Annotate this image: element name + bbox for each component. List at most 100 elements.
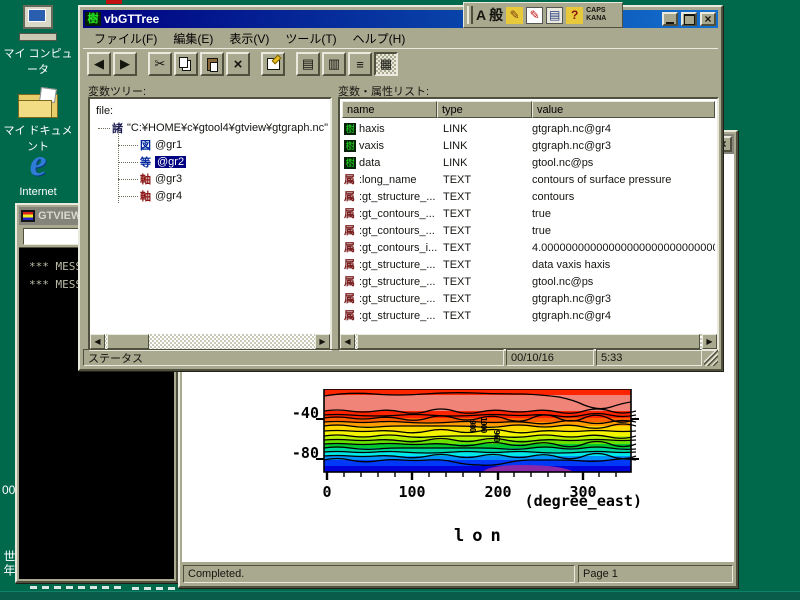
cut-button[interactable]: ✂ — [148, 52, 172, 76]
back-button[interactable]: ◀ — [87, 52, 111, 76]
status-time: 5:33 — [596, 349, 702, 366]
tree-node-gr1[interactable]: 図 @gr1 — [140, 137, 182, 153]
plot-page-indicator: Page 1 — [578, 565, 733, 583]
menu-tools[interactable]: ツール(T) — [278, 29, 343, 48]
column-header-name[interactable]: name — [342, 101, 437, 118]
resize-grip[interactable] — [704, 349, 718, 366]
details-view-button[interactable]: ▦ — [374, 52, 398, 76]
attribute-icon: 属 — [344, 191, 356, 203]
table-row[interactable]: 属:gt_structure_... TEXTcontours — [342, 188, 715, 205]
taskbar-strip — [0, 591, 800, 600]
scroll-thumb[interactable] — [357, 334, 700, 349]
desktop-label-fragment — [132, 587, 176, 590]
properties-button[interactable] — [261, 52, 285, 76]
y-tick--40: -40 — [275, 404, 319, 422]
table-row[interactable]: 属:gt_structure_... TEXTdata vaxis haxis — [342, 256, 715, 273]
ime-grip[interactable] — [467, 6, 473, 24]
large-icons-button[interactable]: ▤ — [296, 52, 320, 76]
window-fragment — [106, 0, 122, 4]
forward-button[interactable]: ▶ — [113, 52, 137, 76]
scroll-thumb[interactable] — [107, 334, 149, 349]
y-tick--80: -80 — [275, 444, 319, 462]
link-icon: 樹 — [344, 123, 356, 135]
attribute-icon: 属 — [344, 259, 356, 271]
attribute-icon: 属 — [344, 208, 356, 220]
scroll-right-icon[interactable]: ▶ — [315, 334, 330, 349]
tree-file-node[interactable]: 諸 "C:¥HOME¥c¥gtool4¥gtview¥gtgraph.nc" — [112, 120, 328, 136]
ime-pen-tool-icon[interactable]: ✎ — [506, 7, 523, 24]
plot-statusbar: Completed. Page 1 — [182, 564, 734, 584]
tree-node-gr3[interactable]: 軸 @gr3 — [140, 171, 182, 187]
minimize-button[interactable] — [662, 12, 678, 26]
tree-node-gr4[interactable]: 軸 @gr4 — [140, 188, 182, 204]
tree-node-gr2[interactable]: 等 @gr2 — [140, 154, 186, 170]
my-computer-label: マイ コンピュータ — [0, 45, 76, 77]
tree-node-label: @gr3 — [155, 173, 182, 185]
table-row[interactable]: 属:gt_structure_... TEXTgtgraph.nc@gr4 — [342, 307, 715, 324]
menu-help[interactable]: ヘルプ(H) — [346, 29, 413, 48]
ime-caps-label[interactable]: CAPS — [586, 7, 605, 14]
delete-button[interactable]: × — [226, 52, 250, 76]
contour-label: 960 — [492, 430, 501, 441]
app-tree-icon: 樹 — [85, 12, 101, 26]
axis-node-icon: 軸 — [140, 171, 151, 187]
paste-button[interactable] — [200, 52, 224, 76]
internet-label: Internet — [0, 186, 76, 198]
table-row[interactable]: 属:gt_contours_i... TEXT4.000000000000000… — [342, 239, 715, 256]
tree-node-label-selected: @gr2 — [155, 156, 186, 168]
tree-node-label: @gr1 — [155, 139, 182, 151]
column-header-value[interactable]: value — [532, 101, 715, 118]
menubar: ファイル(F) 編集(E) 表示(V) ツール(T) ヘルプ(H) — [83, 29, 718, 48]
link-icon: 樹 — [344, 157, 356, 169]
my-documents-icon — [18, 88, 58, 118]
link-icon: 樹 — [344, 140, 356, 152]
ime-dictionary-icon[interactable]: ✎ — [526, 7, 543, 24]
table-row[interactable]: 属:gt_contours_... TEXTtrue — [342, 205, 715, 222]
contour-plot — [312, 389, 644, 483]
tree-root[interactable]: file: — [96, 103, 113, 119]
table-row[interactable]: 属:long_name TEXTcontours of surface pres… — [342, 171, 715, 188]
menu-view[interactable]: 表示(V) — [222, 29, 276, 48]
table-row[interactable]: 樹haxis LINKgtgraph.nc@gr4 — [342, 120, 715, 137]
desktop-icon-my-computer[interactable]: マイ コンピュータ — [0, 5, 76, 77]
close-button[interactable]: × — [700, 12, 716, 26]
attribute-list-panel[interactable]: name type value 樹haxis LINKgtgraph.nc@gr… — [338, 97, 719, 351]
scroll-left-icon[interactable]: ◀ — [90, 334, 105, 349]
menu-file[interactable]: ファイル(F) — [87, 29, 164, 48]
graph-node-icon: 図 — [140, 137, 151, 153]
ime-pad-icon[interactable]: ▤ — [546, 7, 563, 24]
status-date: 00/10/16 — [506, 349, 594, 366]
copy-button[interactable] — [174, 52, 198, 76]
ime-conversion-mode[interactable]: 般 — [489, 5, 503, 25]
table-row[interactable]: 樹data LINKgtool.nc@ps — [342, 154, 715, 171]
attribute-icon: 属 — [344, 242, 356, 254]
vbgttree-window[interactable]: 樹 vbGTTree × ファイル(F) 編集(E) 表示(V) ツール(T) … — [78, 5, 723, 371]
list-view-button[interactable]: ≡ — [348, 52, 372, 76]
scroll-left-icon[interactable]: ◀ — [340, 334, 355, 349]
tree-horizontal-scrollbar[interactable]: ◀ ▶ — [90, 334, 330, 349]
x-tick-0: 0 — [297, 483, 357, 501]
list-horizontal-scrollbar[interactable]: ◀ ▶ — [340, 334, 717, 349]
ime-help-icon[interactable]: ? — [566, 7, 583, 24]
attribute-icon: 属 — [344, 293, 356, 305]
attribute-icon: 属 — [344, 310, 356, 322]
table-row[interactable]: 属:gt_contours_... TEXTtrue — [342, 222, 715, 239]
menu-edit[interactable]: 編集(E) — [166, 29, 220, 48]
file-node-label: "C:¥HOME¥c¥gtool4¥gtview¥gtgraph.nc" — [127, 122, 328, 134]
x-axis-label: lon — [454, 526, 509, 546]
maximize-button[interactable] — [681, 12, 697, 26]
ime-kana-label[interactable]: KANA — [586, 15, 606, 22]
small-icons-button[interactable]: ▥ — [322, 52, 346, 76]
table-header: name type value — [342, 101, 715, 118]
copy-icon — [179, 57, 188, 68]
table-row[interactable]: 属:gt_structure_... TEXTgtgraph.nc@gr3 — [342, 290, 715, 307]
column-header-type[interactable]: type — [437, 101, 532, 118]
table-row[interactable]: 属:gt_structure_... TEXTgtool.nc@ps — [342, 273, 715, 290]
contour-label: 1000 — [479, 417, 488, 432]
ime-bar[interactable]: A 般 ✎ ✎ ▤ ? CAPS KANA — [463, 2, 623, 28]
ime-input-mode[interactable]: A — [476, 7, 486, 23]
table-row[interactable]: 樹vaxis LINKgtgraph.nc@gr3 — [342, 137, 715, 154]
desktop-icon-internet[interactable]: e Internet — [0, 144, 76, 198]
variable-tree-panel[interactable]: file: 諸 "C:¥HOME¥c¥gtool4¥gtview¥gtgraph… — [88, 97, 332, 351]
scroll-right-icon[interactable]: ▶ — [702, 334, 717, 349]
